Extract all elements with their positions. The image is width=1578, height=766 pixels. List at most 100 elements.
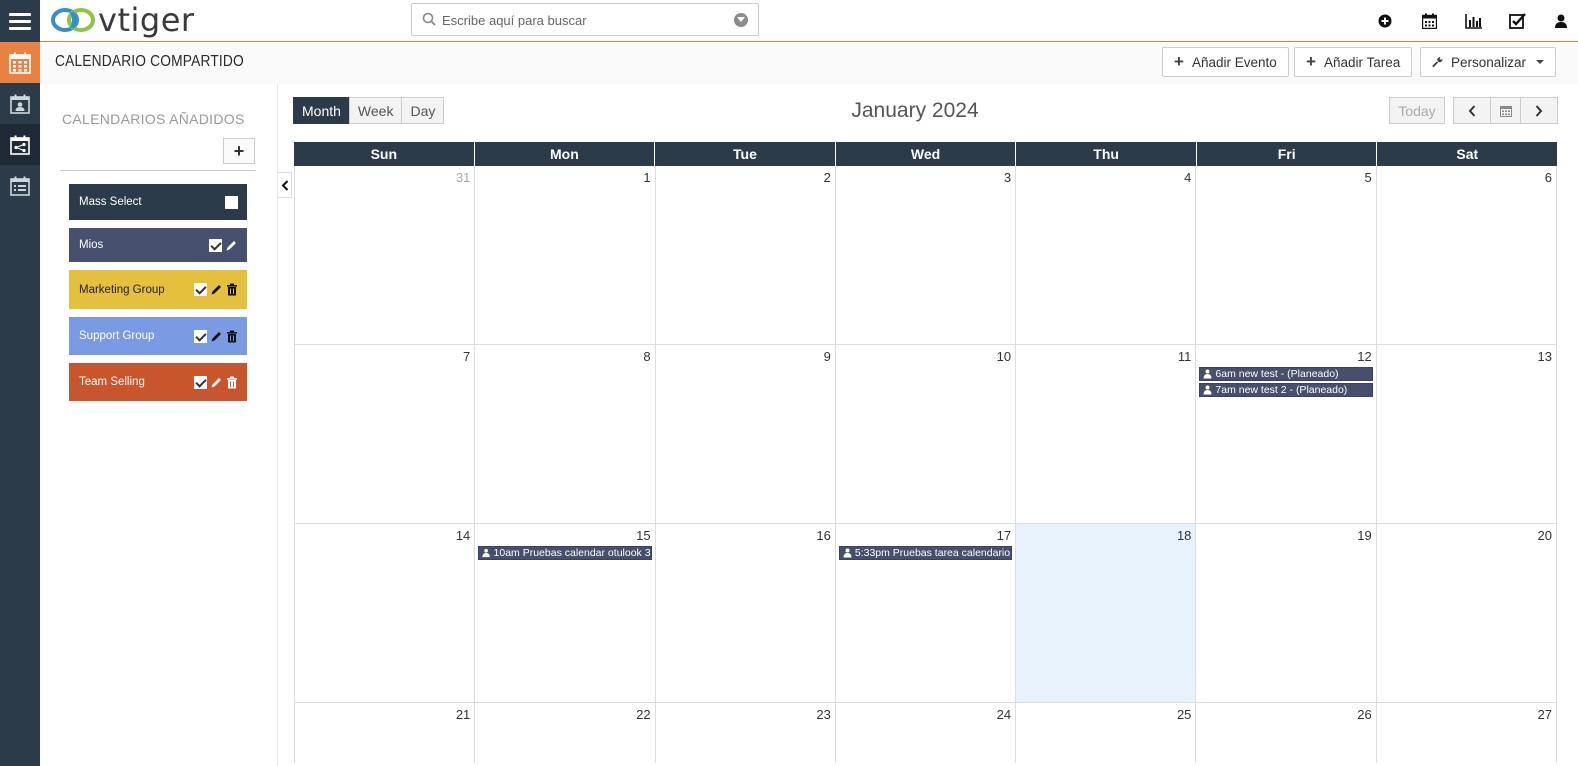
calendar-item[interactable]: Team Selling [69, 363, 247, 401]
view-week-button[interactable]: Week [348, 97, 403, 124]
day-number[interactable]: 12 [1357, 349, 1371, 364]
day-cell[interactable]: 15 10am Pruebas calendar otulook 3 [474, 524, 654, 702]
day-number[interactable]: 15 [636, 528, 650, 543]
day-number[interactable]: 10 [997, 349, 1011, 364]
day-cell[interactable]: 27 [1375, 703, 1557, 763]
calendar-visibility-checkbox[interactable] [194, 375, 207, 389]
add-task-button[interactable]: + Añadir Tarea [1294, 47, 1413, 77]
day-number[interactable]: 17 [997, 528, 1011, 543]
prev-month-chevron-icon[interactable] [1453, 97, 1491, 124]
edit-pencil-icon[interactable] [210, 376, 223, 389]
day-cell[interactable]: 10 [834, 345, 1015, 523]
calendar-icon[interactable] [1418, 10, 1440, 32]
add-calendar-button[interactable]: + [223, 138, 255, 164]
view-month-button[interactable]: Month [293, 97, 350, 124]
search-input[interactable] [442, 10, 732, 30]
day-cell[interactable]: 4 [1015, 166, 1195, 344]
day-number[interactable]: 1 [643, 170, 650, 185]
day-cell[interactable]: 24 [834, 703, 1015, 763]
day-cell[interactable]: 8 [474, 345, 654, 523]
day-cell[interactable]: 7 [294, 345, 474, 523]
delete-trash-icon[interactable] [226, 330, 238, 343]
menu-icon[interactable] [0, 0, 40, 42]
day-number[interactable]: 16 [816, 528, 830, 543]
day-cell[interactable]: 14 [294, 524, 474, 702]
day-number[interactable]: 2 [824, 170, 831, 185]
day-cell[interactable]: 6 [1375, 166, 1557, 344]
day-number[interactable]: 8 [643, 349, 650, 364]
day-number[interactable]: 18 [1177, 528, 1191, 543]
collapse-panel-chevron-icon[interactable] [278, 172, 292, 198]
search-options-chevron-icon[interactable] [734, 13, 748, 27]
day-cell[interactable]: 11 [1015, 345, 1195, 523]
tasks-checkbox-icon[interactable] [1506, 10, 1528, 32]
day-number[interactable]: 14 [456, 528, 470, 543]
day-number[interactable]: 21 [456, 707, 470, 722]
day-cell[interactable]: 12 6am new test - (Planeado) 7am new test … [1195, 345, 1375, 523]
edit-pencil-icon[interactable] [225, 239, 238, 252]
calendar-event[interactable]: 6am new test - (Planeado) [1199, 367, 1373, 381]
day-cell[interactable]: 21 [294, 703, 474, 763]
calendar-item[interactable]: Mios [69, 228, 247, 262]
reports-chart-icon[interactable] [1462, 10, 1484, 32]
day-number[interactable]: 9 [824, 349, 831, 364]
day-cell[interactable]: 16 [654, 524, 835, 702]
day-number[interactable]: 13 [1538, 349, 1552, 364]
calendar-visibility-checkbox[interactable] [225, 195, 238, 209]
day-cell[interactable]: 31 [294, 166, 474, 344]
day-cell[interactable]: 9 [654, 345, 835, 523]
view-day-button[interactable]: Day [401, 97, 445, 124]
day-cell[interactable]: 5 [1195, 166, 1375, 344]
day-cell[interactable]: 3 [834, 166, 1015, 344]
next-month-chevron-icon[interactable] [1520, 97, 1558, 124]
calendar-item[interactable]: Mass Select [69, 184, 247, 220]
day-cell[interactable]: 23 [654, 703, 835, 763]
day-number[interactable]: 7 [463, 349, 470, 364]
day-cell[interactable]: 1 [474, 166, 654, 344]
vtiger-logo[interactable]: vtiger [50, 2, 195, 38]
quick-create-icon[interactable] [1374, 10, 1396, 32]
date-picker-calendar-icon[interactable] [1490, 97, 1521, 124]
day-cell[interactable]: 22 [474, 703, 654, 763]
day-number[interactable]: 5 [1364, 170, 1371, 185]
day-number[interactable]: 25 [1177, 707, 1191, 722]
calendar-item[interactable]: Support Group [69, 317, 247, 355]
day-number[interactable]: 23 [816, 707, 830, 722]
calendar-item[interactable]: Marketing Group [69, 270, 247, 309]
day-number[interactable]: 31 [456, 170, 470, 185]
global-search[interactable] [411, 3, 759, 36]
day-cell[interactable]: 18 [1015, 524, 1196, 702]
calendar-visibility-checkbox[interactable] [194, 283, 207, 296]
calendar-visibility-checkbox[interactable] [194, 329, 207, 343]
day-number[interactable]: 24 [997, 707, 1011, 722]
calendar-list-icon[interactable] [0, 165, 40, 206]
day-number[interactable]: 6 [1545, 170, 1552, 185]
day-number[interactable]: 3 [1004, 170, 1011, 185]
day-cell[interactable]: 2 [654, 166, 835, 344]
calendar-event[interactable]: 7am new test 2 - (Planeado) [1199, 383, 1373, 397]
day-number[interactable]: 11 [1178, 349, 1192, 364]
day-cell[interactable]: 26 [1195, 703, 1375, 763]
calendar-event[interactable]: 10am Pruebas calendar otulook 3 [478, 546, 652, 560]
edit-pencil-icon[interactable] [210, 330, 223, 343]
day-number[interactable]: 19 [1357, 528, 1371, 543]
day-cell[interactable]: 25 [1015, 703, 1195, 763]
customize-dropdown-button[interactable]: Personalizar [1420, 47, 1556, 77]
day-number[interactable]: 26 [1357, 707, 1371, 722]
day-cell[interactable]: 13 [1375, 345, 1557, 523]
day-number[interactable]: 27 [1538, 707, 1552, 722]
day-number[interactable]: 20 [1538, 528, 1552, 543]
calendar-visibility-checkbox[interactable] [209, 238, 222, 252]
user-icon[interactable] [1550, 10, 1572, 32]
calendar-person-icon[interactable] [0, 83, 40, 124]
day-cell[interactable]: 20 [1375, 524, 1557, 702]
shared-calendar-icon[interactable] [0, 124, 40, 165]
edit-pencil-icon[interactable] [210, 283, 223, 296]
calendar-event[interactable]: 5:33pm Pruebas tarea calendario [838, 546, 1013, 560]
day-cell[interactable]: 19 [1195, 524, 1375, 702]
day-number[interactable]: 4 [1184, 170, 1191, 185]
calendar-grid-icon[interactable] [0, 42, 40, 83]
day-number[interactable]: 22 [636, 707, 650, 722]
delete-trash-icon[interactable] [226, 376, 238, 389]
today-button[interactable]: Today [1389, 97, 1445, 124]
